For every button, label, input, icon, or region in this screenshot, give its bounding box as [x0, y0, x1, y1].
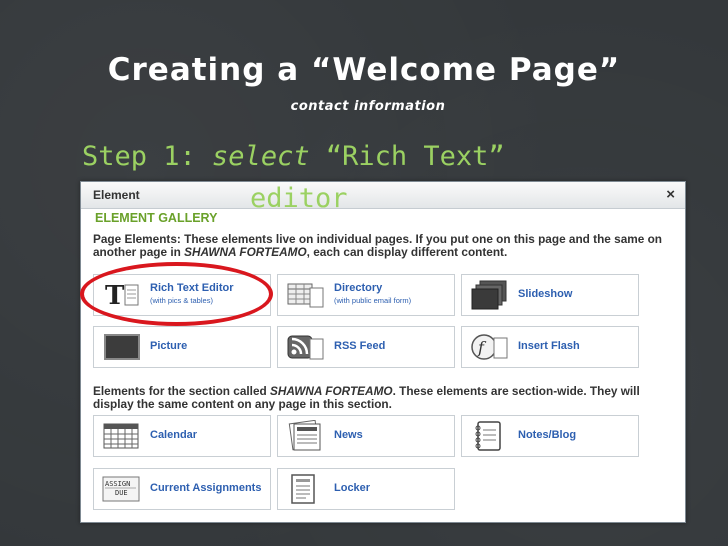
page-desc-text-end: , each can display different content.	[306, 245, 508, 259]
due-icon-text: DUE	[115, 489, 128, 497]
calendar-icon	[103, 423, 139, 449]
step-prefix: Step 1:	[82, 141, 213, 172]
element-dialog: Element × ELEMENT GALLERY Page Elements:…	[80, 181, 686, 523]
slide-title: Creating a “Welcome Page”	[107, 52, 621, 88]
assign-icon-text: ASSIGN	[105, 480, 130, 488]
step-select-word: select	[212, 141, 310, 172]
tile-directory[interactable]: Directory (with public email form)	[277, 274, 455, 316]
section-desc-text: Elements for the section called	[93, 384, 271, 398]
assignment-icon: ASSIGN DUE	[102, 476, 140, 502]
directory-icon	[287, 283, 324, 308]
section-desc-site-name: SHAWNA FORTEAMO	[270, 384, 393, 398]
section-elements-description: Elements for the section called SHAWNA F…	[93, 385, 673, 411]
tile-slideshow[interactable]: Slideshow	[461, 274, 639, 316]
step-line2: editor	[250, 183, 348, 214]
page-elements-description: Page Elements: These elements live on in…	[93, 233, 673, 259]
slideshow-icon	[471, 280, 507, 310]
close-icon[interactable]: ×	[666, 186, 675, 203]
step-instruction: Step 1: select “Rich Text” editor	[82, 136, 542, 220]
picture-icon	[104, 334, 140, 360]
tile-label: News	[334, 429, 363, 441]
rich-text-icon: T	[105, 281, 139, 311]
tile-calendar[interactable]: Calendar	[93, 415, 271, 457]
tile-label: Notes/Blog	[518, 429, 577, 441]
tile-picture[interactable]: Picture	[93, 326, 271, 368]
tile-locker[interactable]: Locker	[277, 468, 455, 510]
tile-label: Rich Text Editor	[150, 282, 234, 294]
tile-rss-feed[interactable]: RSS Feed	[277, 326, 455, 368]
rss-icon	[287, 335, 324, 360]
locker-icon	[291, 474, 315, 504]
tile-sublabel: (with pics & tables)	[150, 296, 213, 305]
tile-label: Slideshow	[518, 288, 573, 300]
tile-label: Directory	[334, 282, 383, 294]
page-desc-site-name: SHAWNA FORTEAMO	[184, 245, 307, 259]
flash-icon: f	[471, 334, 508, 360]
tile-label: RSS Feed	[334, 340, 386, 352]
tile-current-assignments[interactable]: ASSIGN DUE Current Assignments	[93, 468, 271, 510]
tile-label: Insert Flash	[518, 340, 580, 352]
tile-rich-text-editor[interactable]: T Rich Text Editor (with pics & tables)	[93, 274, 271, 316]
news-icon	[288, 420, 321, 451]
tile-label: Locker	[334, 482, 371, 494]
step-rest: “Rich Text”	[309, 141, 505, 172]
slide-subtitle: contact information	[290, 99, 446, 114]
tile-label: Calendar	[150, 429, 198, 441]
tile-label: Current Assignments	[150, 482, 262, 494]
tile-sublabel: (with public email form)	[334, 296, 412, 305]
tile-label: Picture	[150, 340, 188, 352]
tile-insert-flash[interactable]: f Insert Flash	[461, 326, 639, 368]
svg-text:T: T	[105, 281, 125, 311]
notebook-icon	[475, 421, 501, 451]
tile-notes-blog[interactable]: Notes/Blog	[461, 415, 639, 457]
tile-news[interactable]: News	[277, 415, 455, 457]
